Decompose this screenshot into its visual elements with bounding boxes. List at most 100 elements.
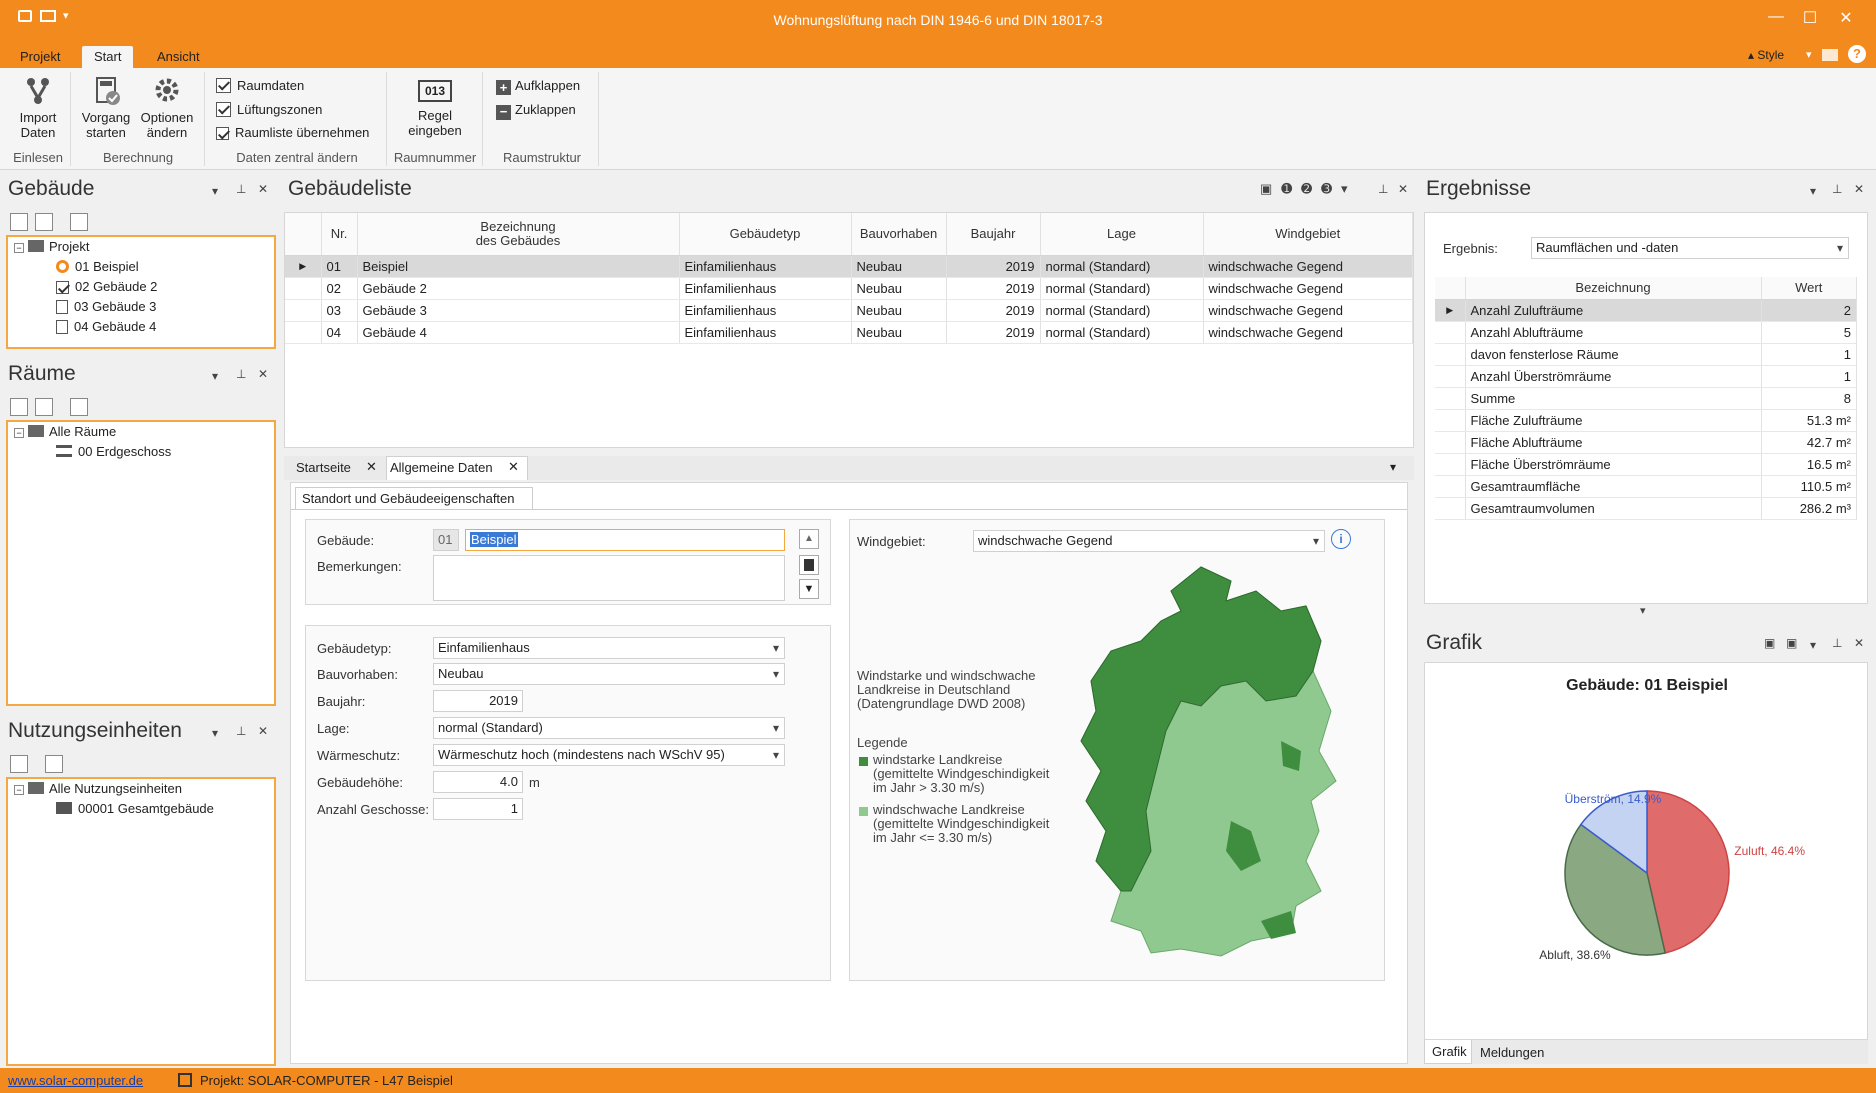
tab-grafik[interactable]: Grafik xyxy=(1432,1044,1467,1059)
new-document-button[interactable] xyxy=(799,555,819,575)
row-indicator[interactable] xyxy=(1435,453,1466,476)
panel-close-icon[interactable]: ✕ xyxy=(258,367,268,381)
row-indicator[interactable] xyxy=(1435,343,1466,366)
pin-icon[interactable]: ⊥ xyxy=(1378,182,1388,196)
table-row[interactable]: Gesamtraumfläche 110.5 m² xyxy=(1435,475,1857,498)
row-indicator[interactable] xyxy=(1435,497,1466,520)
row-indicator[interactable] xyxy=(285,299,322,322)
row-indicator[interactable] xyxy=(1435,321,1466,344)
table-row[interactable]: ▶ 01 Beispiel Einfamilienhaus Neubau 2019 norm… xyxy=(285,255,1413,278)
row-indicator[interactable]: ▶ xyxy=(285,255,322,278)
table-row[interactable]: Anzahl Ablufträume 5 xyxy=(1435,321,1857,344)
tree-root[interactable]: − Alle Nutzungseinheiten xyxy=(14,779,182,798)
panel-dropdown-icon[interactable]: ▾ xyxy=(1810,184,1816,198)
row-indicator[interactable] xyxy=(1435,387,1466,410)
tab-startseite-close[interactable]: ✕ xyxy=(366,459,377,475)
tree-item-03[interactable]: 03 Gebäude 3 xyxy=(56,297,156,316)
tab-start[interactable]: Start xyxy=(82,46,134,68)
collapse-icon[interactable]: − xyxy=(14,243,24,253)
tab-meldungen[interactable]: Meldungen xyxy=(1480,1045,1544,1060)
ergebnis-select[interactable]: Raumflächen und -daten xyxy=(1531,237,1849,259)
baujahr-field[interactable]: 2019 xyxy=(433,690,523,712)
table-row[interactable]: 03 Gebäude 3 Einfamilienhaus Neubau 2019 norm… xyxy=(285,299,1413,322)
bemerkungen-field[interactable] xyxy=(433,555,785,601)
table-row[interactable]: ▶ Anzahl Zulufträume 2 xyxy=(1435,299,1857,322)
panel-close-icon[interactable]: ✕ xyxy=(258,724,268,738)
export-icon[interactable]: ▣ xyxy=(1764,636,1775,650)
tree-item-04[interactable]: 04 Gebäude 4 xyxy=(56,317,156,336)
table-row[interactable]: Fläche Zulufträume 51.3 m² xyxy=(1435,409,1857,432)
vorgang-starten-button[interactable]: Vorgang starten xyxy=(76,76,136,140)
panel-close-icon[interactable]: ✕ xyxy=(1854,636,1864,650)
move-down-button[interactable]: ▼ xyxy=(799,579,819,599)
table-row[interactable]: Anzahl Überströmräume 1 xyxy=(1435,365,1857,388)
row-indicator[interactable] xyxy=(1435,409,1466,432)
tab-allgemeine-close[interactable]: ✕ xyxy=(508,459,519,475)
row-indicator[interactable] xyxy=(1435,431,1466,454)
info-icon[interactable]: i xyxy=(1331,529,1351,549)
table-row[interactable]: 02 Gebäude 2 Einfamilienhaus Neubau 2019 norm… xyxy=(285,277,1413,300)
tab-allgemeine-daten[interactable]: Allgemeine Daten xyxy=(390,460,493,475)
raumliste-checkbox[interactable]: Raumliste übernehmen xyxy=(216,123,369,143)
tab-startseite[interactable]: Startseite xyxy=(296,460,351,475)
tree-item-erdgeschoss[interactable]: 00 Erdgeschoss xyxy=(56,442,171,461)
tree-item-02[interactable]: 02 Gebäude 2 xyxy=(56,277,157,296)
splitter-arrow-icon[interactable]: ▾ xyxy=(1640,604,1646,617)
bauvorhaben-select[interactable]: Neubau xyxy=(433,663,785,685)
collapse-icon[interactable]: − xyxy=(14,428,24,438)
hoehe-field[interactable]: 4.0 xyxy=(433,771,523,793)
panel-close-icon[interactable]: ✕ xyxy=(258,182,268,196)
tree-item-gesamtgebaeude[interactable]: 00001 Gesamtgebäude xyxy=(56,799,214,818)
col-bezeichnung[interactable]: Bezeichnung des Gebäudes xyxy=(357,213,680,256)
panel-dropdown-icon[interactable]: ▾ xyxy=(212,369,218,383)
lage-select[interactable]: normal (Standard) xyxy=(433,717,785,739)
delete-icon[interactable] xyxy=(70,398,88,416)
gebaeudetyp-select[interactable]: Einfamilienhaus xyxy=(433,637,785,659)
panel-dropdown-icon[interactable]: ▾ xyxy=(1810,638,1816,652)
pin-icon[interactable]: ⊥ xyxy=(1832,182,1842,196)
tab-ansicht[interactable]: Ansicht xyxy=(145,46,212,68)
row-indicator[interactable] xyxy=(285,277,322,300)
style-dropdown-icon[interactable]: ▾ xyxy=(1806,48,1812,61)
zuklappen-button[interactable]: − Zuklappen xyxy=(496,100,576,120)
col-wert[interactable]: Wert xyxy=(1761,277,1857,300)
panel-dropdown-icon[interactable]: ▾ xyxy=(212,726,218,740)
import-daten-button[interactable]: Import Daten xyxy=(12,76,64,140)
pin-icon[interactable]: ⊥ xyxy=(236,724,246,738)
website-link[interactable]: www.solar-computer.de xyxy=(8,1073,143,1088)
table-row[interactable]: 04 Gebäude 4 Einfamilienhaus Neubau 2019 norm… xyxy=(285,321,1413,344)
tree-item-01[interactable]: 01 Beispiel xyxy=(56,257,139,276)
delete-icon[interactable] xyxy=(45,755,63,773)
tab-projekt[interactable]: Projekt xyxy=(8,46,72,68)
pin-icon[interactable]: ⊥ xyxy=(1832,636,1842,650)
panel-close-icon[interactable]: ✕ xyxy=(1854,182,1864,196)
gebaeude-name-field[interactable]: Beispiel xyxy=(465,529,785,551)
table-row[interactable]: Summe 8 xyxy=(1435,387,1857,410)
row-indicator[interactable]: ▶ xyxy=(1435,299,1466,322)
view-toggle-icons[interactable]: ▣➊➋➌▾ xyxy=(1260,181,1357,197)
optionen-aendern-button[interactable]: Optionen ändern xyxy=(136,76,198,140)
monitor-icon[interactable] xyxy=(1822,49,1838,61)
move-up-button[interactable]: ▲ xyxy=(799,529,819,549)
copy-icon[interactable] xyxy=(35,398,53,416)
col-gebaeudetyp[interactable]: Gebäudetyp xyxy=(679,213,852,256)
delete-icon[interactable] xyxy=(70,213,88,231)
pin-icon[interactable]: ⊥ xyxy=(236,367,246,381)
new-icon[interactable] xyxy=(10,398,28,416)
collapse-icon[interactable]: − xyxy=(14,785,24,795)
row-indicator[interactable] xyxy=(1435,475,1466,498)
col-windgebiet[interactable]: Windgebiet xyxy=(1203,213,1413,256)
maximize-button[interactable]: ☐ xyxy=(1796,8,1824,30)
subtab-standort[interactable]: Standort und Gebäudeeigenschaften xyxy=(295,487,533,509)
tree-root[interactable]: − Alle Räume xyxy=(14,422,116,441)
copy-icon[interactable] xyxy=(35,213,53,231)
minimize-button[interactable]: — xyxy=(1762,8,1790,30)
lueftungszonen-button[interactable]: Lüftungszonen xyxy=(216,100,322,120)
aufklappen-button[interactable]: + Aufklappen xyxy=(496,76,580,96)
table-row[interactable]: Fläche Ablufträume 42.7 m² xyxy=(1435,431,1857,454)
col-bezeichnung[interactable]: Bezeichnung xyxy=(1465,277,1762,300)
tabs-dropdown-icon[interactable]: ▾ xyxy=(1390,460,1396,474)
table-row[interactable]: Gesamtraumvolumen 286.2 m³ xyxy=(1435,497,1857,520)
windgebiet-select[interactable]: windschwache Gegend xyxy=(973,530,1325,552)
table-row[interactable]: davon fensterlose Räume 1 xyxy=(1435,343,1857,366)
